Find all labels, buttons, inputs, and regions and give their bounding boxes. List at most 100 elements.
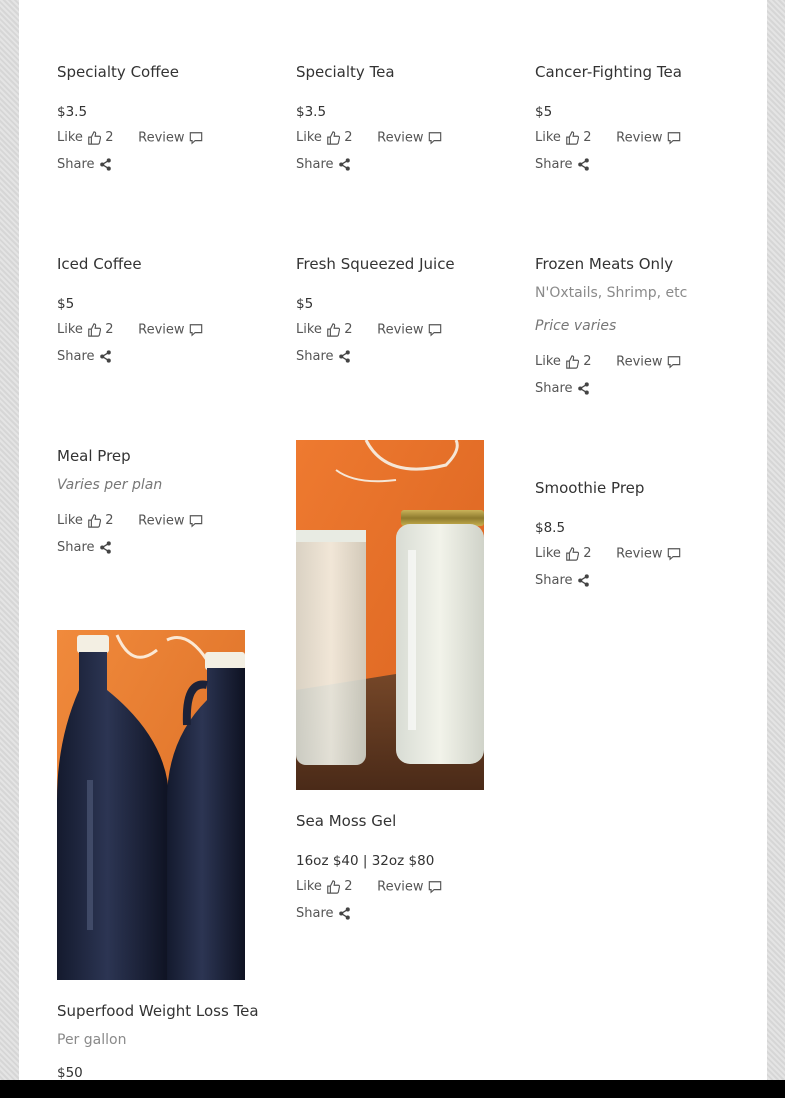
share-label: Share — [535, 572, 573, 588]
like-label: Like — [535, 354, 561, 369]
jars-image — [296, 440, 484, 790]
review-button[interactable]: Review — [138, 513, 203, 529]
menu-item-meal-prep: Meal Prep Varies per plan Like 2 Review … — [57, 447, 257, 556]
review-button[interactable]: Review — [377, 322, 442, 338]
thumbs-up-icon — [88, 323, 102, 337]
like-label: Like — [57, 513, 83, 528]
sea-moss-gel-photo[interactable] — [296, 440, 484, 790]
review-label: Review — [138, 322, 185, 337]
review-button[interactable]: Review — [138, 130, 203, 146]
comment-icon — [667, 356, 680, 369]
menu-panel: Specialty Coffee $3.5 Like 2 Review Shar… — [19, 0, 767, 1081]
item-title: Superfood Weight Loss Tea — [57, 1002, 259, 1020]
share-icon — [338, 158, 350, 171]
share-icon — [577, 574, 589, 587]
item-actions: Like 2 Review — [296, 322, 496, 339]
item-actions: Like 2 Review — [57, 130, 257, 147]
share-label: Share — [296, 905, 334, 921]
review-button[interactable]: Review — [616, 130, 681, 146]
comment-icon — [428, 324, 441, 337]
like-count: 2 — [583, 546, 592, 561]
share-label: Share — [535, 156, 573, 172]
review-button[interactable]: Review — [138, 322, 203, 338]
item-title: Sea Moss Gel — [296, 812, 397, 830]
review-label: Review — [138, 130, 185, 145]
item-actions: Like 2 Review — [296, 130, 496, 147]
share-button[interactable]: Share — [535, 381, 735, 398]
review-label: Review — [377, 130, 424, 145]
item-actions: Like 2 Review — [296, 879, 496, 896]
review-button[interactable]: Review — [616, 546, 681, 562]
item-actions: Like 2 Review — [535, 354, 735, 371]
review-label: Review — [616, 546, 663, 561]
like-button[interactable]: Like 2 — [57, 130, 134, 147]
like-button[interactable]: Like 2 — [535, 546, 612, 563]
item-title: Meal Prep — [57, 447, 131, 465]
menu-item-superfood-weight-loss-tea: Superfood Weight Loss Tea Per gallon $50 — [57, 1002, 277, 1081]
share-button[interactable]: Share — [57, 349, 257, 366]
share-button[interactable]: Share — [296, 349, 496, 366]
item-price: Price varies — [535, 318, 617, 334]
share-button[interactable]: Share — [535, 157, 735, 174]
review-label: Review — [138, 513, 185, 528]
item-actions: Like 2 Review — [535, 130, 735, 147]
share-icon — [577, 382, 589, 395]
menu-item-iced-coffee: Iced Coffee $5 Like 2 Review Share — [57, 255, 257, 365]
like-label: Like — [535, 130, 561, 145]
share-label: Share — [296, 156, 334, 172]
like-button[interactable]: Like 2 — [57, 513, 134, 530]
like-count: 2 — [105, 322, 114, 337]
share-label: Share — [296, 348, 334, 364]
item-description: N'Oxtails, Shrimp, etc — [535, 285, 688, 301]
review-button[interactable]: Review — [616, 354, 681, 370]
share-icon — [99, 158, 111, 171]
item-description: Varies per plan — [57, 477, 163, 493]
share-icon — [338, 907, 350, 920]
like-count: 2 — [344, 879, 353, 894]
menu-item-cancer-fighting-tea: Cancer-Fighting Tea $5 Like 2 Review Sha… — [535, 63, 735, 173]
review-button[interactable]: Review — [377, 879, 442, 895]
menu-item-specialty-tea: Specialty Tea $3.5 Like 2 Review Share — [296, 63, 496, 173]
comment-icon — [667, 132, 680, 145]
item-price: $50 — [57, 1065, 83, 1081]
share-button[interactable]: Share — [57, 540, 257, 557]
share-label: Share — [57, 539, 95, 555]
share-button[interactable]: Share — [535, 573, 735, 590]
like-button[interactable]: Like 2 — [535, 354, 612, 371]
like-count: 2 — [583, 354, 592, 369]
like-count: 2 — [583, 130, 592, 145]
share-button[interactable]: Share — [57, 157, 257, 174]
like-label: Like — [57, 130, 83, 145]
like-button[interactable]: Like 2 — [296, 322, 373, 339]
bottom-bar — [0, 1080, 785, 1098]
superfood-tea-photo[interactable] — [57, 630, 245, 980]
share-icon — [338, 350, 350, 363]
thumbs-up-icon — [88, 131, 102, 145]
comment-icon — [667, 548, 680, 561]
review-label: Review — [377, 879, 424, 894]
item-price: $3.5 — [57, 104, 88, 120]
like-label: Like — [296, 130, 322, 145]
item-actions: Like 2 Review — [57, 322, 257, 339]
review-label: Review — [377, 322, 424, 337]
item-actions: Like 2 Review — [535, 546, 735, 563]
item-title: Fresh Squeezed Juice — [296, 255, 455, 273]
comment-icon — [189, 132, 202, 145]
like-button[interactable]: Like 2 — [57, 322, 134, 339]
like-button[interactable]: Like 2 — [535, 130, 612, 147]
share-icon — [99, 350, 111, 363]
item-title: Smoothie Prep — [535, 479, 645, 497]
share-icon — [577, 158, 589, 171]
share-button[interactable]: Share — [296, 906, 496, 923]
like-count: 2 — [105, 130, 114, 145]
review-button[interactable]: Review — [377, 130, 442, 146]
review-label: Review — [616, 130, 663, 145]
like-button[interactable]: Like 2 — [296, 130, 373, 147]
share-label: Share — [57, 156, 95, 172]
like-count: 2 — [105, 513, 114, 528]
share-button[interactable]: Share — [296, 157, 496, 174]
comment-icon — [189, 324, 202, 337]
share-label: Share — [535, 380, 573, 396]
like-label: Like — [296, 322, 322, 337]
like-button[interactable]: Like 2 — [296, 879, 373, 896]
